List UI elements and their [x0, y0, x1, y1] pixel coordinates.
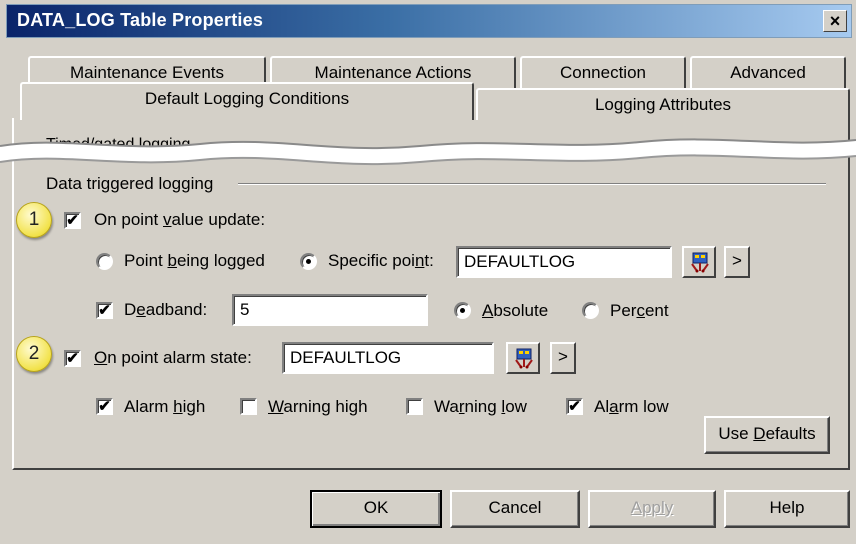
point-browser-icon — [691, 252, 709, 273]
checkmark-icon: ✔ — [568, 398, 581, 415]
alarm-low-label: Alarm low — [594, 397, 669, 416]
warning-low-checkbox[interactable] — [406, 398, 423, 415]
cancel-button[interactable]: Cancel — [450, 490, 580, 528]
alarm-high-checkbox[interactable]: ✔ — [96, 398, 113, 415]
percent-radio[interactable] — [582, 302, 599, 319]
warning-high-checkbox[interactable] — [240, 398, 257, 415]
warning-high-label: Warning high — [268, 397, 368, 416]
percent-label: Percent — [610, 301, 669, 320]
checkmark-icon: ✔ — [66, 212, 79, 229]
specific-point-input[interactable]: DEFAULTLOG — [456, 246, 672, 278]
checkmark-icon: ✔ — [98, 302, 111, 319]
point-browser-icon — [515, 348, 533, 369]
ok-button[interactable]: OK — [310, 490, 442, 528]
on-point-alarm-state-label: On point alarm state: — [94, 348, 252, 367]
apply-button[interactable]: Apply — [588, 490, 716, 528]
window-title: DATA_LOG Table Properties — [17, 10, 264, 30]
absolute-label: Absolute — [482, 301, 549, 320]
apply-label: Apply — [630, 498, 674, 517]
title-bar[interactable]: DATA_LOG Table Properties × — [6, 4, 852, 38]
radio-dot-icon — [460, 308, 465, 313]
point-being-logged-radio[interactable] — [96, 253, 113, 270]
tab-logging-attributes[interactable]: Logging Attributes — [476, 88, 850, 120]
absolute-radio[interactable] — [454, 302, 471, 319]
alarm-state-point-input[interactable]: DEFAULTLOG — [282, 342, 494, 374]
alarm-low-checkbox[interactable]: ✔ — [566, 398, 583, 415]
deadband-input[interactable]: 5 — [232, 294, 428, 326]
torn-edge-divider — [0, 138, 856, 166]
deadband-checkbox[interactable]: ✔ — [96, 302, 113, 319]
alarm-point-arrow-button[interactable]: > — [550, 342, 576, 374]
alarm-high-label: Alarm high — [124, 397, 206, 416]
checkmark-icon: ✔ — [66, 350, 79, 367]
on-point-value-update-checkbox[interactable]: ✔ — [64, 212, 81, 229]
point-being-logged-label: Point being logged — [124, 251, 265, 270]
deadband-label: Deadband: — [124, 300, 208, 319]
data-triggered-logging-title: Data triggered logging — [46, 174, 214, 193]
callout-2: 2 — [16, 336, 52, 372]
specific-point-radio[interactable] — [300, 253, 317, 270]
alarm-point-browse-button[interactable] — [506, 342, 540, 374]
use-defaults-label: Use Defaults — [718, 424, 816, 443]
checkmark-icon: ✔ — [98, 398, 111, 415]
specific-point-arrow-button[interactable]: > — [724, 246, 750, 278]
use-defaults-button[interactable]: Use Defaults — [704, 416, 830, 454]
radio-dot-icon — [306, 259, 311, 264]
ok-label: OK — [363, 498, 389, 517]
help-label: Help — [769, 498, 805, 517]
on-point-value-update-label: On point value update: — [94, 210, 266, 229]
tab-advanced[interactable]: Advanced — [690, 56, 846, 88]
help-button[interactable]: Help — [724, 490, 850, 528]
cancel-label: Cancel — [488, 498, 542, 517]
group-divider — [238, 183, 826, 185]
tab-default-logging-conditions[interactable]: Default Logging Conditions — [20, 82, 474, 120]
on-point-alarm-state-checkbox[interactable]: ✔ — [64, 350, 81, 367]
specific-point-label: Specific point: — [328, 251, 434, 270]
warning-low-label: Warning low — [434, 397, 527, 416]
tab-connection[interactable]: Connection — [520, 56, 686, 88]
close-icon[interactable]: × — [823, 10, 847, 32]
callout-1: 1 — [16, 202, 52, 238]
properties-dialog: DATA_LOG Table Properties × Maintenance … — [0, 0, 856, 544]
specific-point-browse-button[interactable] — [682, 246, 716, 278]
